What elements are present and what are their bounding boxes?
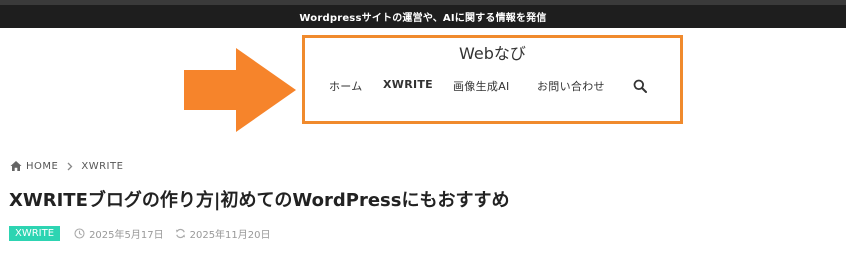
updated-date: 2025年11月20日: [189, 229, 271, 241]
nav-item-xwrite[interactable]: XWRITE: [383, 78, 433, 91]
top-announcement-bar: Wordpressサイトの運営や、AIに関する情報を発信: [0, 0, 846, 28]
chevron-right-icon: [67, 162, 73, 170]
category-badge[interactable]: XWRITE: [9, 225, 61, 241]
announcement-text: Wordpressサイトの運営や、AIに関する情報を発信: [299, 13, 547, 24]
breadcrumb-home-link[interactable]: HOME: [26, 161, 58, 172]
nav-item-home[interactable]: ホーム: [329, 78, 363, 94]
nav-item-contact[interactable]: お問い合わせ: [537, 78, 605, 94]
refresh-icon: [175, 228, 185, 238]
published-date: 2025年5月17日: [89, 229, 164, 241]
global-nav: ホーム XWRITE 画像生成AI お問い合わせ: [302, 78, 683, 96]
page-title: XWRITEブログの作り方|初めてのWordPressにもおすすめ: [9, 190, 510, 211]
annotation-arrow: [184, 48, 296, 132]
nav-item-image-ai[interactable]: 画像生成AI: [453, 78, 510, 94]
breadcrumb-current-link[interactable]: XWRITE: [81, 161, 123, 172]
search-icon[interactable]: [633, 79, 647, 93]
site-title[interactable]: Webなび: [302, 40, 683, 64]
breadcrumb: HOME XWRITE: [10, 158, 123, 174]
home-icon: [10, 161, 22, 171]
clock-icon: [74, 227, 85, 239]
post-meta: XWRITE 2025年5月17日 2025年11月20日: [9, 224, 282, 242]
